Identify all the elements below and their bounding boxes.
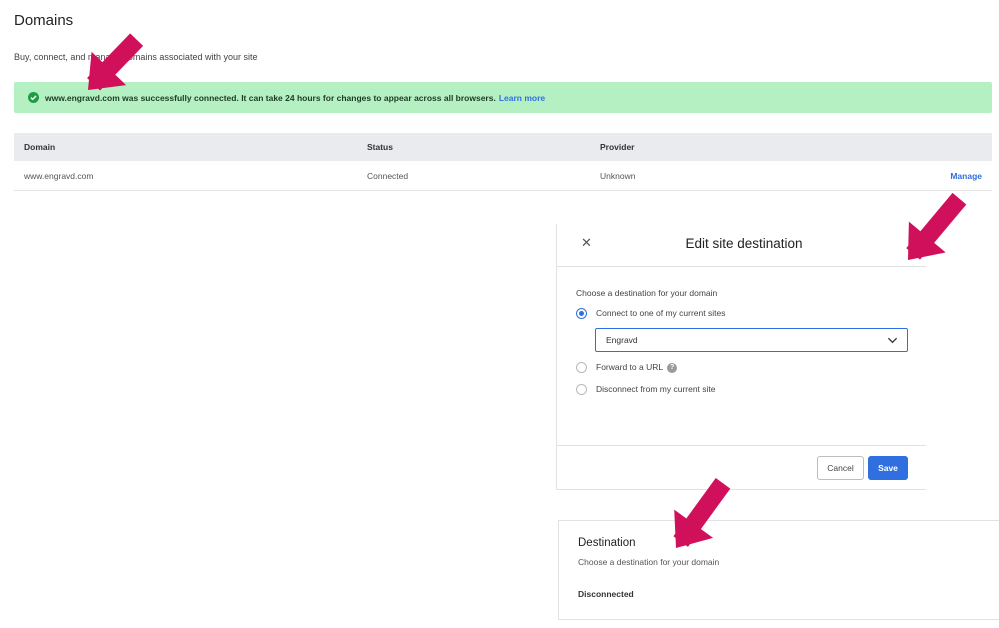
table-header: Domain Status Provider xyxy=(14,133,992,161)
radio-connect-current-site[interactable] xyxy=(576,308,587,319)
cancel-button[interactable]: Cancel xyxy=(817,456,864,480)
chevron-down-icon xyxy=(887,337,898,344)
site-select-value: Engravd xyxy=(606,335,638,345)
help-icon[interactable]: ? xyxy=(667,362,678,373)
edit-site-destination-modal: ✕ Edit site destination Choose a destina… xyxy=(556,224,926,490)
radio-forward-url[interactable] xyxy=(576,362,587,373)
option-label-forward[interactable]: Forward to a URL xyxy=(596,362,663,372)
domain-cell: www.engravd.com xyxy=(24,170,94,181)
domains-table: Domain Status Provider www.engravd.com C… xyxy=(14,133,992,191)
learn-more-link[interactable]: Learn more xyxy=(499,93,545,103)
modal-footer-divider xyxy=(557,445,926,446)
column-header-status: Status xyxy=(367,142,393,152)
column-header-provider: Provider xyxy=(600,142,635,152)
page-subtitle: Buy, connect, and manage domains associa… xyxy=(14,52,258,62)
manage-link[interactable]: Manage xyxy=(950,171,982,181)
destination-title: Destination xyxy=(578,537,636,549)
status-cell: Connected xyxy=(367,170,409,181)
radio-disconnect[interactable] xyxy=(576,384,587,395)
option-label-disconnect[interactable]: Disconnect from my current site xyxy=(596,384,716,394)
table-row: www.engravd.com Connected Unknown Manage xyxy=(14,161,992,191)
column-header-domain: Domain xyxy=(24,142,56,152)
save-button[interactable]: Save xyxy=(868,456,908,480)
success-banner: www.engravd.com was successfully connect… xyxy=(14,82,992,113)
site-select[interactable]: Engravd xyxy=(595,328,908,352)
check-circle-icon xyxy=(28,92,39,103)
destination-prompt: Choose a destination for your domain xyxy=(576,288,718,298)
modal-title: Edit site destination xyxy=(685,236,803,251)
page-title: Domains xyxy=(14,12,74,29)
modal-header-divider xyxy=(557,266,926,267)
option-label-connect[interactable]: Connect to one of my current sites xyxy=(596,308,725,318)
provider-cell: Unknown xyxy=(600,170,636,181)
banner-message: www.engravd.com was successfully connect… xyxy=(45,92,496,103)
destination-value: Disconnected xyxy=(578,589,634,599)
destination-subtitle: Choose a destination for your domain xyxy=(578,557,720,567)
destination-panel: Destination Choose a destination for you… xyxy=(558,520,999,620)
